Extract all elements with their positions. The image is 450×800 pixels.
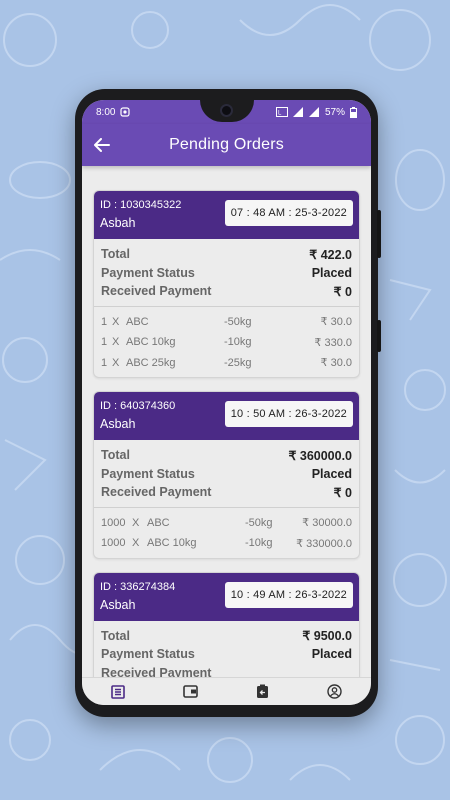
item-times: X <box>132 537 140 550</box>
order-item-row: 1000 X ABC 10kg -10kg ₹ 330000.0 <box>101 533 352 554</box>
order-summary: Total ₹ 360000.0 Payment Status Placed Rec… <box>94 440 359 508</box>
received-payment-label: Received Payment <box>101 284 212 299</box>
profile-icon <box>327 684 343 699</box>
payment-status-label: Payment Status <box>101 466 195 481</box>
received-payment-value: ₹ 0 <box>333 485 352 500</box>
back-arrow-icon <box>94 138 110 152</box>
item-price: ₹ 30.0 <box>320 357 352 370</box>
item-price: ₹ 330000.0 <box>296 537 352 550</box>
item-weight: -10kg <box>224 336 252 349</box>
order-items: 1 X ABC -50kg ₹ 30.0 1 X ABC 10kg -10kg … <box>94 307 359 378</box>
front-camera <box>220 104 233 117</box>
total-label: Total <box>101 247 130 262</box>
back-button[interactable] <box>82 124 122 166</box>
received-payment-label: Received Payment <box>101 485 212 500</box>
order-card[interactable]: ID : 640374360 Asbah 10 : 50 AM : 26-3-2… <box>93 391 360 559</box>
item-price: ₹ 30000.0 <box>302 517 352 530</box>
item-weight: -50kg <box>245 516 273 529</box>
total-value: ₹ 422.0 <box>309 247 352 262</box>
order-item-row: 1000 X ABC -50kg ₹ 30000.0 <box>101 513 352 534</box>
item-weight: -25kg <box>224 356 252 369</box>
order-item-row: 1 X ABC -50kg ₹ 30.0 <box>101 312 352 333</box>
signal-icon-2 <box>308 107 319 117</box>
order-card-header: ID : 336274384 Asbah 10 : 49 AM : 26-3-2… <box>94 572 359 621</box>
volte-icon: L <box>275 107 288 117</box>
payment-status-value: Placed <box>311 466 352 481</box>
bottom-navigation <box>82 677 371 705</box>
item-name: ABC 10kg <box>126 336 176 349</box>
order-card-header: ID : 1030345322 Asbah 07 : 48 AM : 25-3-… <box>94 191 359 239</box>
item-qty: 1000 <box>101 516 126 529</box>
order-summary: Total ₹ 9500.0 Payment Status Placed Recei… <box>94 621 359 677</box>
item-times: X <box>132 516 140 529</box>
signal-icon <box>292 107 303 117</box>
total-value: ₹ 360000.0 <box>288 448 352 463</box>
item-times: X <box>112 356 120 369</box>
item-qty: 1 <box>101 336 108 349</box>
item-name: ABC <box>147 516 170 529</box>
order-datetime: 07 : 48 AM : 25-3-2022 <box>224 200 353 226</box>
item-qty: 1000 <box>101 537 126 550</box>
order-item-row: 1 X ABC 25kg -25kg ₹ 30.0 <box>101 353 352 374</box>
item-name: ABC 25kg <box>126 356 176 369</box>
app-bar: Pending Orders <box>82 124 371 166</box>
item-times: X <box>112 315 120 328</box>
order-card[interactable]: ID : 336274384 Asbah 10 : 49 AM : 26-3-2… <box>93 571 360 677</box>
orders-list-icon <box>111 684 125 699</box>
payment-status-label: Payment Status <box>101 647 195 662</box>
order-datetime: 10 : 50 AM : 26-3-2022 <box>224 401 353 427</box>
battery-icon <box>350 106 357 118</box>
received-payment-label: Received Payment <box>101 665 212 677</box>
order-item-row: 1 X ABC 10kg -10kg ₹ 330.0 <box>101 332 352 353</box>
order-datetime: 10 : 49 AM : 26-3-2022 <box>224 581 353 608</box>
nav-profile[interactable] <box>315 678 355 706</box>
item-weight: -50kg <box>224 315 252 328</box>
received-payment-value: ₹ 0 <box>333 284 352 299</box>
payment-status-label: Payment Status <box>101 265 195 280</box>
svg-text:L: L <box>278 111 282 117</box>
page-title: Pending Orders <box>169 136 284 153</box>
total-label: Total <box>101 628 130 643</box>
item-name: ABC <box>126 315 149 328</box>
battery-percent: 57% <box>324 106 345 118</box>
notification-icon <box>120 107 131 117</box>
item-name: ABC 10kg <box>147 537 197 550</box>
nav-returns[interactable] <box>243 678 283 706</box>
item-times: X <box>112 336 120 349</box>
status-time: 8:00 <box>96 106 116 118</box>
order-summary: Total ₹ 422.0 Payment Status Placed Receiv… <box>94 239 359 307</box>
power-button <box>377 320 381 352</box>
return-icon <box>257 684 269 698</box>
order-card[interactable]: ID : 1030345322 Asbah 07 : 48 AM : 25-3-… <box>93 190 360 378</box>
item-price: ₹ 30.0 <box>320 316 352 329</box>
total-value: ₹ 9500.0 <box>302 629 352 644</box>
item-qty: 1 <box>101 315 108 328</box>
payment-status-value: Placed <box>311 265 352 280</box>
payment-status-value: Placed <box>311 647 352 662</box>
total-label: Total <box>101 448 130 463</box>
item-price: ₹ 330.0 <box>314 336 352 349</box>
orders-list[interactable]: ID : 1030345322 Asbah 07 : 48 AM : 25-3-… <box>82 166 371 677</box>
order-card-header: ID : 640374360 Asbah 10 : 50 AM : 26-3-2… <box>94 392 359 440</box>
item-qty: 1 <box>101 356 108 369</box>
wallet-icon <box>183 685 198 698</box>
volume-button <box>377 210 381 258</box>
order-items: 1000 X ABC -50kg ₹ 30000.0 1000 X ABC 10… <box>94 508 359 558</box>
nav-orders[interactable] <box>98 678 138 706</box>
item-weight: -10kg <box>245 537 273 550</box>
nav-wallet[interactable] <box>170 678 210 706</box>
app-screen: 8:00 L 57% Pending Orders ID : 103034532… <box>82 100 371 705</box>
